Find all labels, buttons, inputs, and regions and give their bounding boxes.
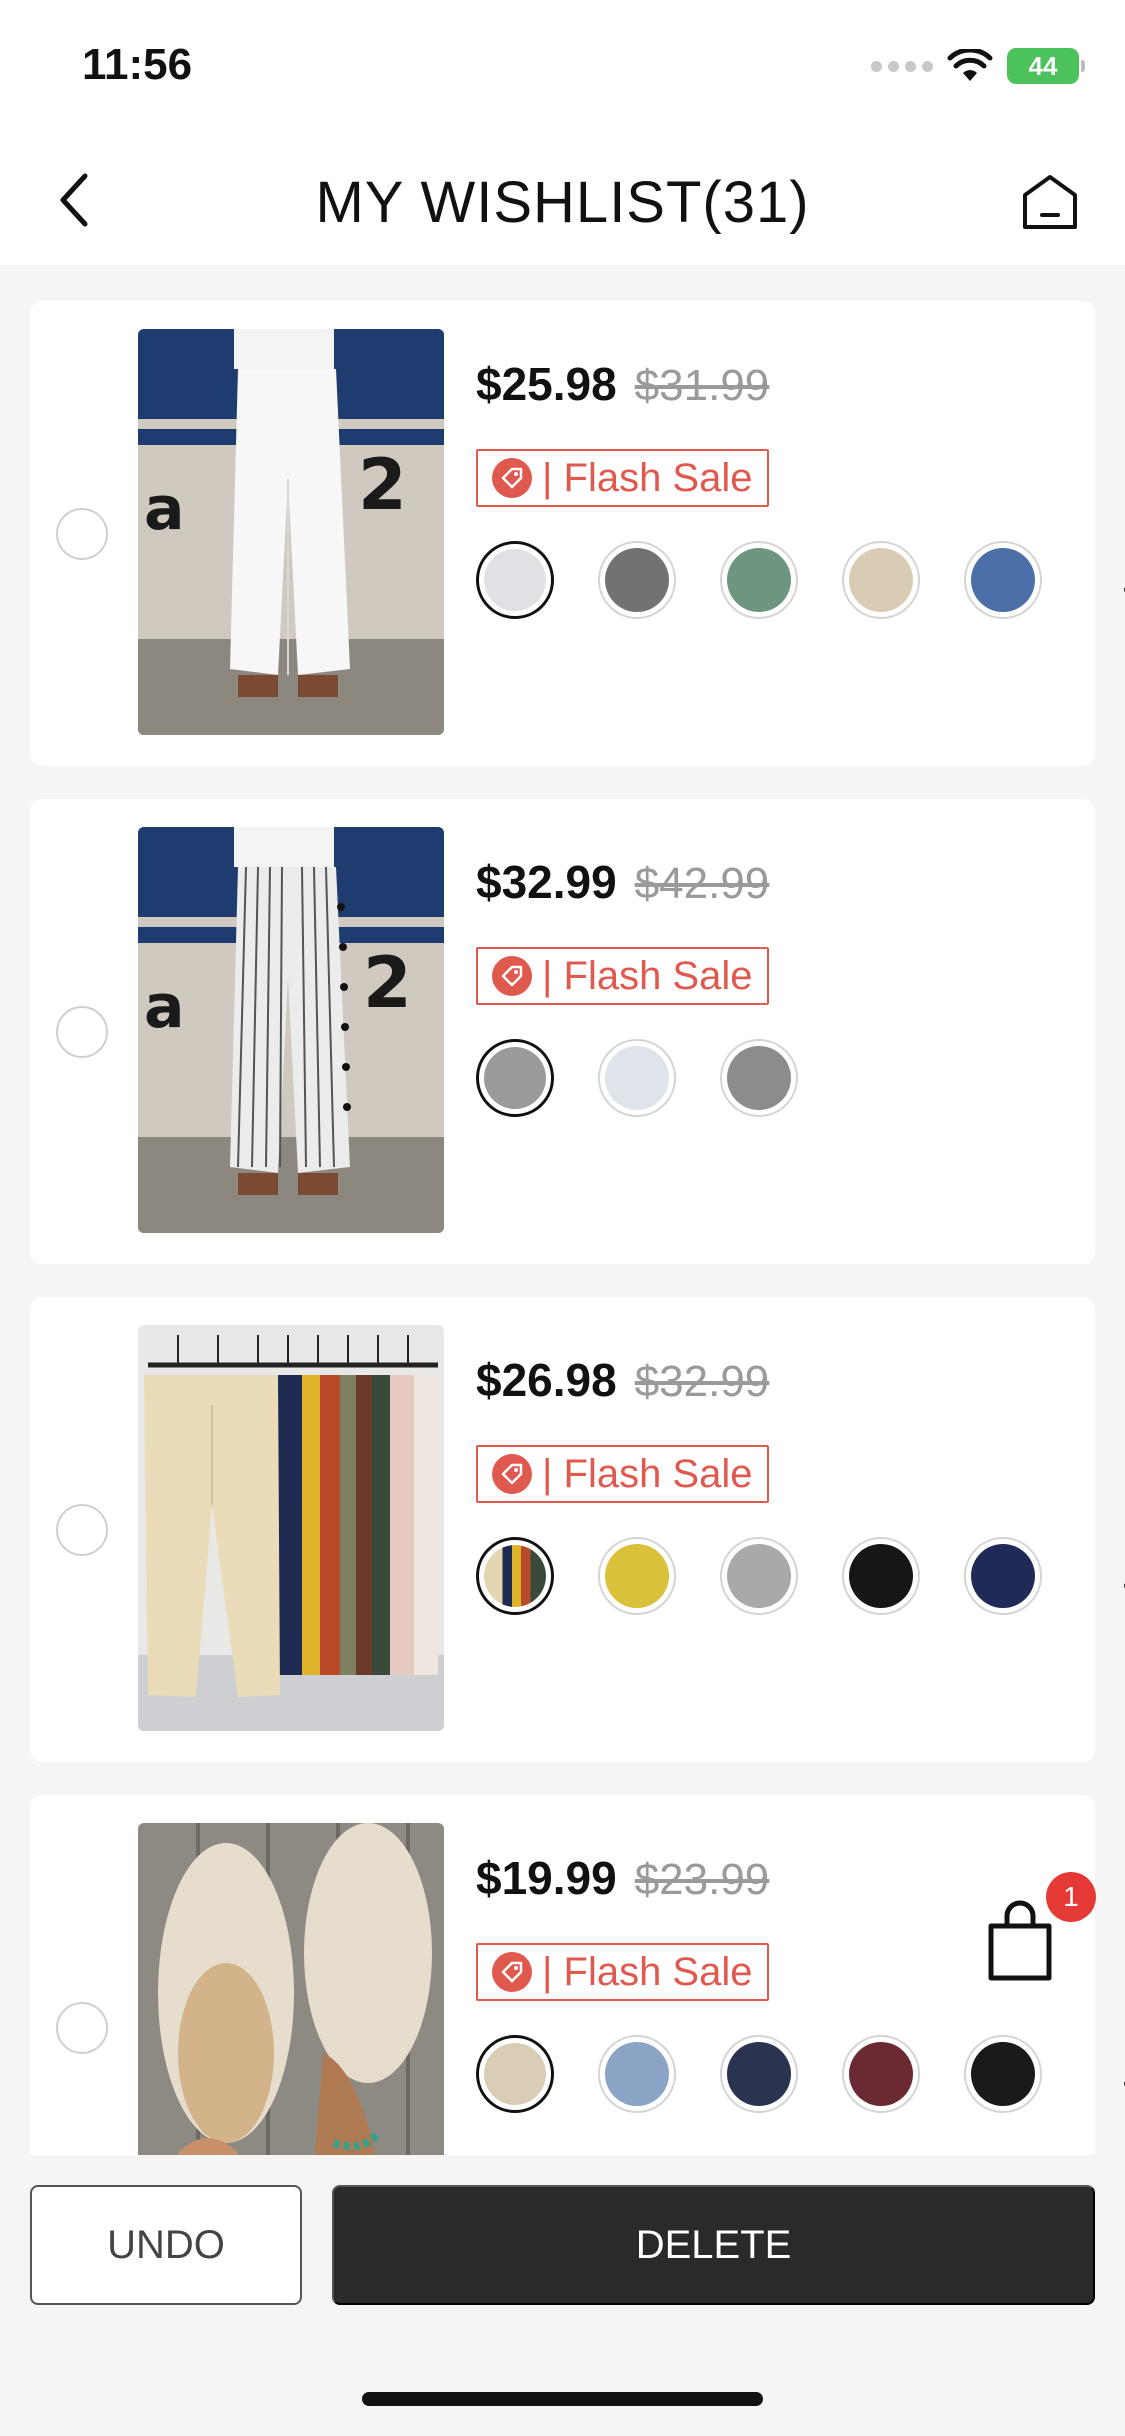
current-price: $25.98 <box>476 358 617 410</box>
wishlist-item[interactable]: a 2 $25.98 $31.99 | Flash Sale ··· <box>30 301 1125 766</box>
svg-text:2: 2 <box>358 444 407 526</box>
color-swatches <box>476 2035 1042 2113</box>
color-swatch[interactable] <box>476 1039 554 1117</box>
original-price: $32.99 <box>634 1357 770 1406</box>
color-swatch[interactable] <box>598 2035 676 2113</box>
shopping-bag-icon <box>988 1900 1052 1981</box>
wishlist-item[interactable]: $19.99 $23.99 | Flash Sale ··· <box>30 1795 1125 2155</box>
current-price: $19.99 <box>476 1852 617 1904</box>
original-price: $31.99 <box>634 361 770 410</box>
wishlist-item[interactable]: a 2 $32.99 $42.99 | Flash Sale <box>30 799 1095 1264</box>
color-swatch[interactable] <box>720 1537 798 1615</box>
price-row: $32.99 $42.99 <box>476 855 769 909</box>
home-indicator <box>362 2392 763 2406</box>
price-row: $26.98 $32.99 <box>476 1353 769 1407</box>
price-row: $25.98 $31.99 <box>476 357 769 411</box>
color-swatch[interactable] <box>842 1537 920 1615</box>
status-bar: 11:56 44 <box>0 0 1125 135</box>
more-colors-button[interactable]: ··· <box>1120 569 1125 608</box>
battery-level: 44 <box>1028 50 1058 81</box>
color-swatch[interactable] <box>720 541 798 619</box>
more-colors-button[interactable]: ··· <box>1120 1565 1125 1604</box>
product-image[interactable] <box>138 1325 444 1731</box>
color-swatch[interactable] <box>964 2035 1042 2113</box>
svg-text:a: a <box>144 972 185 1042</box>
status-time: 11:56 <box>82 40 193 89</box>
home-button[interactable] <box>1015 167 1085 237</box>
delete-button[interactable]: DELETE <box>332 2185 1095 2305</box>
flash-sale-label: | Flash Sale <box>542 953 753 998</box>
flash-sale-badge: | Flash Sale <box>476 1943 769 2001</box>
product-image[interactable] <box>138 1823 444 2155</box>
color-swatch[interactable] <box>598 541 676 619</box>
color-swatch[interactable] <box>476 541 554 619</box>
select-checkbox[interactable] <box>56 1006 108 1058</box>
color-swatch[interactable] <box>842 541 920 619</box>
cellular-signal-icon <box>871 60 933 72</box>
color-swatch[interactable] <box>598 1039 676 1117</box>
select-checkbox[interactable] <box>56 2002 108 2054</box>
flash-sale-badge: | Flash Sale <box>476 449 769 507</box>
home-icon <box>1023 175 1077 229</box>
select-checkbox[interactable] <box>56 508 108 560</box>
tag-icon <box>492 458 532 498</box>
flash-sale-label: | Flash Sale <box>542 1451 753 1496</box>
flash-sale-label: | Flash Sale <box>542 455 753 500</box>
product-image[interactable]: a 2 <box>138 329 444 735</box>
color-swatches <box>476 1537 1042 1615</box>
color-swatch[interactable] <box>476 2035 554 2113</box>
more-colors-button[interactable]: ··· <box>1120 2063 1125 2102</box>
color-swatch[interactable] <box>598 1537 676 1615</box>
nav-header: MY WISHLIST(31) <box>0 135 1125 265</box>
current-price: $26.98 <box>476 1354 617 1406</box>
current-price: $32.99 <box>476 856 617 908</box>
color-swatch[interactable] <box>842 2035 920 2113</box>
original-price: $42.99 <box>634 859 770 908</box>
color-swatches <box>476 541 1042 619</box>
color-swatch[interactable] <box>964 1537 1042 1615</box>
cart-button[interactable] <box>985 1900 1055 1984</box>
flash-sale-label: | Flash Sale <box>542 1949 753 1994</box>
color-swatch[interactable] <box>720 2035 798 2113</box>
cart-count-badge: 1 <box>1046 1872 1096 1922</box>
color-swatch[interactable] <box>720 1039 798 1117</box>
page-title: MY WISHLIST(31) <box>315 170 810 235</box>
color-swatches <box>476 1039 798 1117</box>
product-image[interactable]: a 2 <box>138 827 444 1233</box>
tag-icon <box>492 1454 532 1494</box>
flash-sale-badge: | Flash Sale <box>476 1445 769 1503</box>
wifi-icon <box>947 49 993 81</box>
flash-sale-badge: | Flash Sale <box>476 947 769 1005</box>
tag-icon <box>492 1952 532 1992</box>
undo-button[interactable]: UNDO <box>30 2185 302 2305</box>
select-checkbox[interactable] <box>56 1504 108 1556</box>
wishlist-item[interactable]: $26.98 $32.99 | Flash Sale ··· <box>30 1297 1125 1762</box>
price-row: $19.99 $23.99 <box>476 1851 769 1905</box>
color-swatch[interactable] <box>476 1537 554 1615</box>
battery-icon: 44 <box>1007 48 1085 84</box>
status-icons: 44 <box>871 48 1085 84</box>
color-swatch[interactable] <box>964 541 1042 619</box>
svg-text:2: 2 <box>363 942 412 1024</box>
svg-text:a: a <box>144 474 185 544</box>
original-price: $23.99 <box>634 1855 770 1904</box>
wishlist[interactable]: a 2 $25.98 $31.99 | Flash Sale ··· <box>0 265 1125 2155</box>
tag-icon <box>492 956 532 996</box>
